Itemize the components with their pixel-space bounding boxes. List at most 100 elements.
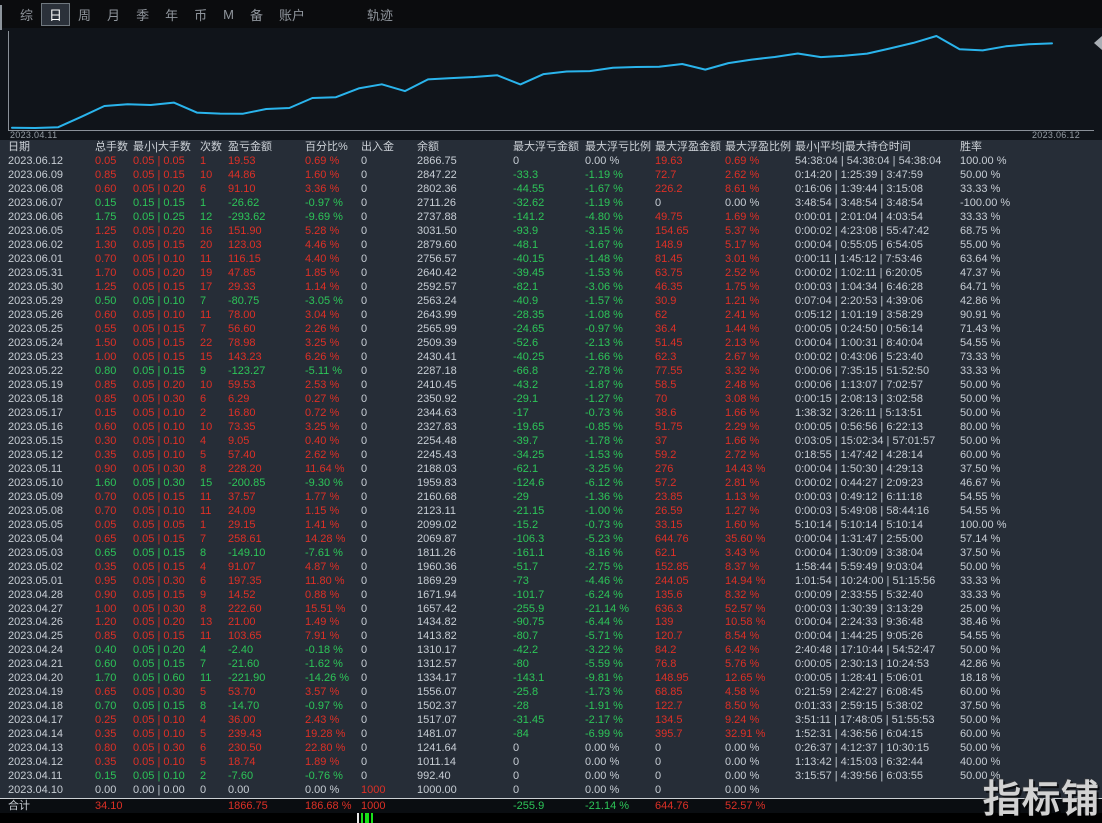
nav-tab-日[interactable]: 日 <box>41 2 71 26</box>
table-row[interactable]: 2023.05.02 0.35 0.05 | 0.15 4 91.07 4.87 % 0 19… <box>0 561 1102 575</box>
cell-max-float-profit: 68.85 <box>655 686 683 699</box>
table-row[interactable]: 2023.05.23 1.00 0.05 | 0.15 15 143.23 6.26 % 0… <box>0 351 1102 365</box>
nav-tab-季[interactable]: 季 <box>128 3 157 26</box>
table-row[interactable]: 2023.06.12 0.05 0.05 | 0.05 1 19.53 0.69 % 0 28… <box>0 155 1102 169</box>
cell-total-lots: 0.15 <box>95 406 117 419</box>
nav-tab-周[interactable]: 周 <box>70 3 99 26</box>
table-row[interactable]: 2023.05.10 1.60 0.05 | 0.30 15 -200.85 -9.30 … <box>0 477 1102 491</box>
table-row[interactable]: 2023.04.13 0.80 0.05 | 0.30 6 230.50 22.80 % 0… <box>0 742 1102 756</box>
nav-tab-综[interactable]: 综 <box>12 3 41 26</box>
cell-max-float-loss-pct: 0.00 % <box>585 742 620 755</box>
cell-max-float-profit-pct: 0.00 % <box>725 784 760 797</box>
table-row[interactable]: 2023.05.18 0.85 0.05 | 0.30 6 6.29 0.27 % 0 235… <box>0 393 1102 407</box>
table-row[interactable]: 2023.05.01 0.95 0.05 | 0.30 6 197.35 11.80 % 0… <box>0 575 1102 589</box>
nav-tab-月[interactable]: 月 <box>99 3 128 26</box>
nav-tab-年[interactable]: 年 <box>157 3 186 26</box>
table-row[interactable]: 2023.05.29 0.50 0.05 | 0.10 7 -80.75 -3.05 % 0… <box>0 295 1102 309</box>
left-scrollbar-fragment[interactable] <box>0 5 2 30</box>
cell-min-max-lots: 0.05 | 0.15 <box>133 364 185 377</box>
col-header-pct[interactable]: 百分比% <box>305 140 361 155</box>
nav-tab-M[interactable]: M <box>215 5 242 24</box>
table-row[interactable]: 2023.04.20 1.70 0.05 | 0.60 11 -221.90 -14.26… <box>0 672 1102 686</box>
table-row[interactable]: 2023.05.12 0.35 0.05 | 0.10 5 57.40 2.62 % 0 22… <box>0 449 1102 463</box>
table-row[interactable]: 2023.05.08 0.70 0.05 | 0.10 11 24.09 1.15 % 0 2… <box>0 505 1102 519</box>
cell-times: 7 <box>200 658 207 671</box>
cell-pnl: 228.20 <box>228 462 262 475</box>
table-row[interactable]: 2023.04.14 0.35 0.05 | 0.10 5 239.43 19.28 % 0… <box>0 728 1102 742</box>
col-header-hold-time[interactable]: 最小|平均|最大持仓时间 <box>795 140 960 155</box>
cell-max-float-profit-pct: 2.67 % <box>725 350 760 363</box>
col-header-max-float-loss-pct[interactable]: 最大浮亏比例 <box>585 140 655 155</box>
col-header-max-float-profit[interactable]: 最大浮盈金额 <box>655 140 725 155</box>
cell-pct: 3.36 % <box>305 182 340 195</box>
table-row[interactable]: 2023.05.19 0.85 0.05 | 0.20 10 59.53 2.53 % 0 2… <box>0 379 1102 393</box>
table-row[interactable]: 2023.05.26 0.60 0.05 | 0.10 11 78.00 3.04 % 0 2… <box>0 309 1102 323</box>
cell-cash-flow: 0 <box>361 700 368 713</box>
table-row[interactable]: 2023.06.05 1.25 0.05 | 0.20 16 151.90 5.28 % 0… <box>0 225 1102 239</box>
cell-max-float-loss: -19.65 <box>513 420 545 433</box>
cell-pnl: 103.65 <box>228 630 262 643</box>
cell-max-float-profit: 36.4 <box>655 322 677 335</box>
cell-pct: 19.28 % <box>305 728 346 741</box>
col-header-cash-flow[interactable]: 出入金 <box>361 140 417 155</box>
cell-times: 22 <box>200 336 213 349</box>
right-scroll-arrow-icon[interactable] <box>1094 36 1102 50</box>
table-row[interactable]: 2023.04.27 1.00 0.05 | 0.30 8 222.60 15.51 % 0… <box>0 603 1102 617</box>
table-row[interactable]: 2023.05.22 0.80 0.05 | 0.15 9 -123.27 -5.11 %… <box>0 365 1102 379</box>
table-row[interactable]: 2023.06.01 0.70 0.05 | 0.10 11 116.15 4.40 % 0… <box>0 253 1102 267</box>
col-header-balance[interactable]: 余额 <box>417 140 513 155</box>
cell-date: 2023.06.08 <box>8 182 64 195</box>
table-row[interactable]: 2023.05.09 0.70 0.05 | 0.15 11 37.57 1.77 % 0 2… <box>0 491 1102 505</box>
table-row[interactable]: 2023.04.11 0.15 0.05 | 0.10 2 -7.60 -0.76 % 0 9… <box>0 770 1102 784</box>
table-row[interactable]: 2023.04.12 0.35 0.05 | 0.10 5 18.74 1.89 % 0 10… <box>0 756 1102 770</box>
col-header-times[interactable]: 次数 <box>200 140 228 155</box>
cell-balance: 2099.02 <box>417 518 457 531</box>
table-row[interactable]: 2023.06.08 0.60 0.05 | 0.20 6 91.10 3.36 % 0 28… <box>0 183 1102 197</box>
table-row[interactable]: 2023.05.17 0.15 0.05 | 0.10 2 16.80 0.72 % 0 23… <box>0 407 1102 421</box>
table-row[interactable]: 2023.05.15 0.30 0.05 | 0.10 4 9.05 0.40 % 0 225… <box>0 435 1102 449</box>
col-header-max-float-loss[interactable]: 最大浮亏金额 <box>513 140 585 155</box>
col-header-max-float-profit-pct[interactable]: 最大浮盈比例 <box>725 140 795 155</box>
table-row[interactable]: 2023.04.17 0.25 0.05 | 0.10 4 36.00 2.43 % 0 15… <box>0 714 1102 728</box>
table-row[interactable]: 2023.06.09 0.85 0.05 | 0.15 10 44.86 1.60 % 0 2… <box>0 169 1102 183</box>
nav-tab-账户[interactable]: 账户 <box>271 3 313 26</box>
cell-hold-time: 0:00:05 | 0:56:56 | 6:22:13 <box>795 420 924 433</box>
table-row[interactable]: 2023.04.10 0.00 0.00 | 0.00 0 0.00 0.00 % 1000… <box>0 784 1102 798</box>
table-row[interactable]: 2023.04.26 1.20 0.05 | 0.20 13 21.00 1.49 % 0 1… <box>0 616 1102 630</box>
cell-total-lots: 1.30 <box>95 238 117 251</box>
table-row[interactable]: 2023.05.30 1.25 0.05 | 0.15 17 29.33 1.14 % 0 2… <box>0 281 1102 295</box>
col-header-date[interactable]: 日期 <box>8 140 95 155</box>
table-row[interactable]: 2023.04.25 0.85 0.05 | 0.15 11 103.65 7.91 % 0… <box>0 630 1102 644</box>
table-row[interactable]: 2023.04.19 0.65 0.05 | 0.30 5 53.70 3.57 % 0 15… <box>0 686 1102 700</box>
table-row[interactable]: 2023.05.16 0.60 0.05 | 0.10 10 73.35 3.25 % 0 2… <box>0 421 1102 435</box>
cell-hold-time: 0:00:09 | 2:33:55 | 5:32:40 <box>795 588 924 601</box>
cell-win-rate: 37.50 % <box>960 700 1001 713</box>
nav-tab-备[interactable]: 备 <box>242 3 271 26</box>
col-header-min-max-lots[interactable]: 最小|大手数 <box>133 140 200 155</box>
table-row[interactable]: 2023.04.18 0.70 0.05 | 0.15 8 -14.70 -0.97 % 0… <box>0 700 1102 714</box>
nav-tab-币[interactable]: 币 <box>186 3 215 26</box>
table-row[interactable]: 2023.04.21 0.60 0.05 | 0.15 7 -21.60 -1.62 % 0… <box>0 658 1102 672</box>
table-row[interactable]: 2023.06.07 0.15 0.15 | 0.15 1 -26.62 -0.97 % 0… <box>0 197 1102 211</box>
cell-win-rate: 47.37 % <box>960 266 1001 279</box>
table-row[interactable]: 2023.05.31 1.70 0.05 | 0.20 19 47.85 1.85 % 0 2… <box>0 267 1102 281</box>
table-row[interactable]: 2023.05.03 0.65 0.05 | 0.15 8 -149.10 -7.61 %… <box>0 547 1102 561</box>
table-row[interactable]: 2023.04.28 0.90 0.05 | 0.15 9 14.52 0.88 % 0 16… <box>0 589 1102 603</box>
table-row[interactable]: 2023.05.04 0.65 0.05 | 0.15 7 258.61 14.28 % 0… <box>0 533 1102 547</box>
nav-tab-轨迹[interactable]: 轨迹 <box>359 3 401 26</box>
table-row[interactable]: 2023.05.11 0.90 0.05 | 0.30 8 228.20 11.64 % 0… <box>0 463 1102 477</box>
col-header-pnl[interactable]: 盈亏金额 <box>228 140 305 155</box>
table-row[interactable]: 2023.04.24 0.40 0.05 | 0.20 4 -2.40 -0.18 % 0 1… <box>0 644 1102 658</box>
cell-cash-flow: 0 <box>361 336 368 349</box>
table-row[interactable]: 2023.06.06 1.75 0.05 | 0.25 12 -293.62 -9.69 … <box>0 211 1102 225</box>
cell-times: 11 <box>200 630 212 643</box>
table-row[interactable]: 2023.06.02 1.30 0.05 | 0.15 20 123.03 4.46 % 0… <box>0 239 1102 253</box>
col-header-win-rate[interactable]: 胜率 <box>960 140 1102 155</box>
table-row[interactable]: 2023.05.25 0.55 0.05 | 0.15 7 56.60 2.26 % 0 25… <box>0 323 1102 337</box>
col-header-total-lots[interactable]: 总手数 <box>95 140 133 155</box>
cell-max-float-profit: 58.5 <box>655 378 677 391</box>
cell-balance: 1517.07 <box>417 714 457 727</box>
table-row[interactable]: 2023.05.24 1.50 0.05 | 0.15 22 78.98 3.25 % 0 2… <box>0 337 1102 351</box>
cell-times: 10 <box>200 168 213 181</box>
table-row[interactable]: 2023.05.05 0.05 0.05 | 0.05 1 29.15 1.41 % 0 20… <box>0 519 1102 533</box>
